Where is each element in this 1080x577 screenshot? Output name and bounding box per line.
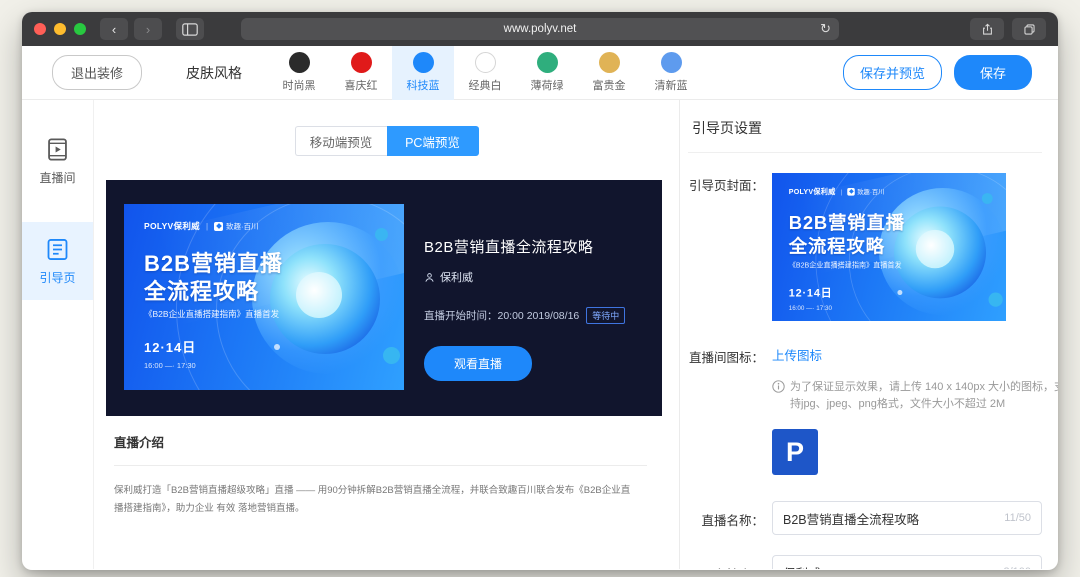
swatch-label: 富贵金 xyxy=(593,77,626,93)
tab-mobile-preview[interactable]: 移动端预览 xyxy=(295,126,387,156)
live-name-label: 直播名称： xyxy=(688,508,764,529)
banner-subtitle: 《B2B企业直播搭建指南》直播首发 xyxy=(144,308,279,320)
exit-decoration-button[interactable]: 退出装修 xyxy=(52,55,142,90)
save-button[interactable]: 保存 xyxy=(954,55,1032,90)
swatch-label: 薄荷绿 xyxy=(531,77,564,93)
room-logo-image[interactable]: P xyxy=(772,429,818,475)
swatch-color-dot xyxy=(661,52,682,73)
divider xyxy=(114,465,647,466)
tabs-overview-button[interactable] xyxy=(1012,18,1046,40)
live-start-time: 直播开始时间：20:00 2019/08/16 xyxy=(424,308,579,323)
left-nav-sidebar: 直播间 引导页 xyxy=(22,100,94,569)
live-title: B2B营销直播全流程攻略 xyxy=(424,236,644,257)
room-icon-label: 直播间图标： xyxy=(688,345,764,475)
zoom-window-button[interactable] xyxy=(74,23,86,35)
live-intro-title: 直播介绍 xyxy=(114,432,647,451)
upload-hint-text: 为了保证显示效果，请上传 140 x 140px 大小的图标，支持jpg、jpe… xyxy=(790,379,1058,413)
status-badge: 等待中 xyxy=(586,307,625,324)
swatch-mint-green[interactable]: 薄荷绿 xyxy=(516,46,578,100)
polyv-p-letter: P xyxy=(786,437,804,468)
host-label: 主持人： xyxy=(688,562,764,569)
reload-icon[interactable]: ↻ xyxy=(820,21,831,37)
share-icon xyxy=(981,23,994,36)
live-banner-image: POLYV保利威 | 致趣·百川 B2B营销直播 全流程攻略 《B2B企业直播搭… xyxy=(124,204,404,390)
guide-cover-thumbnail[interactable]: POLYV保利威 | 致趣·百川 B2B营销直播 全流程攻略 《B2B企业直播搭… xyxy=(772,173,1006,321)
forward-icon: › xyxy=(146,22,150,37)
upload-hint: 为了保证显示效果，请上传 140 x 140px 大小的图标，支持jpg、jpe… xyxy=(772,379,1058,413)
decoration-toolbar: 退出装修 皮肤风格 时尚黑 喜庆红 科技蓝 经典白 薄荷绿 xyxy=(22,46,1058,100)
back-button[interactable]: ‹ xyxy=(100,18,128,40)
partner-logo-icon xyxy=(214,222,223,231)
banner-time: 16:00 —· 17:30 xyxy=(144,361,196,370)
swatch-classic-white[interactable]: 经典白 xyxy=(454,46,516,100)
live-host-name: 保利威 xyxy=(440,269,473,285)
sidebar-item-label: 直播间 xyxy=(39,169,75,186)
titlebar-right-buttons xyxy=(970,18,1046,40)
partner-logo-icon xyxy=(847,188,855,196)
browser-window: ‹ › www.polyv.net ↻ 退出装修 皮肤风格 时尚黑 xyxy=(22,12,1058,570)
address-bar[interactable]: www.polyv.net ↻ xyxy=(241,18,839,40)
settings-panel-title: 引导页设置 xyxy=(688,100,1042,153)
url-text: www.polyv.net xyxy=(504,23,577,35)
partner-logo-text: 致趣·百川 xyxy=(226,221,259,232)
sidebar-toggle-button[interactable] xyxy=(176,18,204,40)
watch-live-button[interactable]: 观看直播 xyxy=(424,346,532,381)
skin-swatch-list: 时尚黑 喜庆红 科技蓝 经典白 薄荷绿 富贵金 xyxy=(268,46,702,100)
window-controls xyxy=(34,23,86,35)
live-name-field[interactable]: 11/50 xyxy=(772,501,1042,535)
skin-style-label: 皮肤风格 xyxy=(186,63,242,83)
pc-preview-stage: POLYV保利威 | 致趣·百川 B2B营销直播 全流程攻略 《B2B企业直播搭… xyxy=(106,180,662,416)
sidebar-item-live-room[interactable]: 直播间 xyxy=(22,122,93,200)
banner-date: 12·14日 xyxy=(144,337,196,356)
swatch-label: 经典白 xyxy=(469,77,502,93)
sidebar-toggle-icon xyxy=(182,23,198,36)
guide-page-icon xyxy=(44,236,71,263)
live-room-icon xyxy=(44,136,71,163)
banner-brand-row: POLYV保利威 | 致趣·百川 xyxy=(144,220,259,232)
swatch-label: 科技蓝 xyxy=(407,77,440,93)
swatch-label: 喜庆红 xyxy=(345,77,378,93)
swatch-fashion-black[interactable]: 时尚黑 xyxy=(268,46,330,100)
swatch-festive-red[interactable]: 喜庆红 xyxy=(330,46,392,100)
char-counter: 11/50 xyxy=(1004,512,1031,524)
preview-mode-tabs: 移动端预览 PC端预览 xyxy=(94,126,679,156)
upload-icon-link[interactable]: 上传图标 xyxy=(772,349,822,363)
preview-area: 移动端预览 PC端预览 POLYV保利威 | 致趣·百川 B2B营销直播 xyxy=(94,100,679,569)
char-counter: 3/100 xyxy=(1003,566,1031,569)
swatch-label: 清新蓝 xyxy=(655,77,688,93)
sidebar-item-label: 引导页 xyxy=(39,269,75,286)
swatch-color-dot xyxy=(289,52,310,73)
live-intro-text: 保利威打造「B2B营销直播超级攻略」直播 —— 用90分钟拆解B2B营销直播全流… xyxy=(114,482,634,518)
polyv-logo: POLYV保利威 xyxy=(144,220,200,232)
browser-titlebar: ‹ › www.polyv.net ↻ xyxy=(22,12,1058,46)
swatch-label: 时尚黑 xyxy=(283,77,316,93)
live-name-input[interactable] xyxy=(783,511,996,525)
host-input[interactable] xyxy=(783,565,995,569)
swatch-rich-gold[interactable]: 富贵金 xyxy=(578,46,640,100)
person-icon xyxy=(424,272,435,283)
save-and-preview-button[interactable]: 保存并预览 xyxy=(843,55,942,90)
cover-label: 引导页封面： xyxy=(688,173,764,321)
swatch-color-dot xyxy=(537,52,558,73)
swatch-color-dot xyxy=(351,52,372,73)
minimize-window-button[interactable] xyxy=(54,23,66,35)
info-icon xyxy=(772,380,785,393)
live-info-panel: B2B营销直播全流程攻略 保利威 直播开始时间：20:00 2019/08/16… xyxy=(404,204,644,390)
back-icon: ‹ xyxy=(112,22,116,37)
tabs-overview-icon xyxy=(1023,23,1036,36)
swatch-fresh-blue[interactable]: 清新蓝 xyxy=(640,46,702,100)
swatch-color-dot xyxy=(599,52,620,73)
banner-title-line2: 全流程攻略 xyxy=(144,274,259,306)
share-button[interactable] xyxy=(970,18,1004,40)
guide-page-settings-panel: 引导页设置 引导页封面： POLYV保利威 | xyxy=(679,100,1058,569)
tab-pc-preview[interactable]: PC端预览 xyxy=(387,126,479,156)
swatch-tech-blue[interactable]: 科技蓝 xyxy=(392,46,454,100)
sidebar-item-guide-page[interactable]: 引导页 xyxy=(22,222,93,300)
swatch-color-dot xyxy=(475,52,496,73)
forward-button[interactable]: › xyxy=(134,18,162,40)
live-intro-section: 直播介绍 保利威打造「B2B营销直播超级攻略」直播 —— 用90分钟拆解B2B营… xyxy=(106,416,655,518)
close-window-button[interactable] xyxy=(34,23,46,35)
host-field[interactable]: 3/100 xyxy=(772,555,1042,569)
swatch-color-dot xyxy=(413,52,434,73)
